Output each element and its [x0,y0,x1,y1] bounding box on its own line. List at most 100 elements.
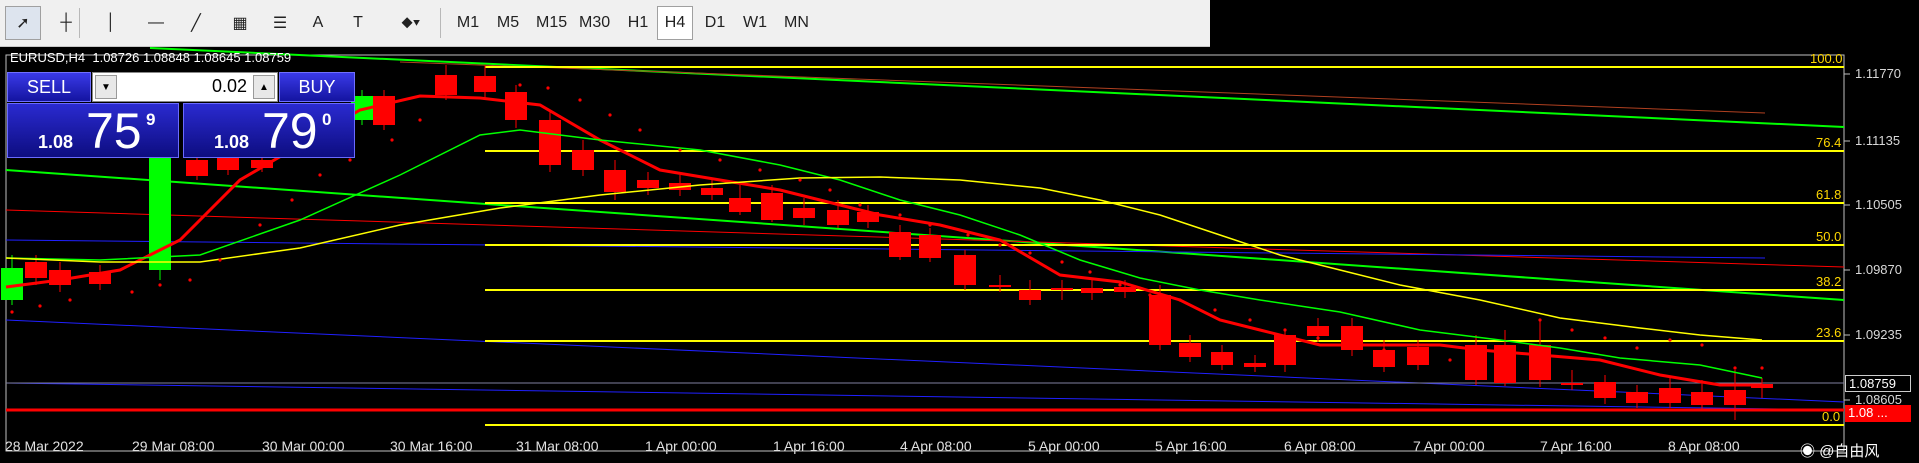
symbol-info: EURUSD,H4 1.08726 1.08848 1.08645 1.0875… [10,50,292,65]
bear-candle [1051,288,1073,290]
vertical-line-icon[interactable]: │ [95,6,127,40]
moving-average-yellow [5,176,1763,341]
text-label-icon[interactable]: T [340,6,376,40]
lot-increase-icon[interactable]: ▲ [253,75,275,99]
bear-candle [1244,363,1266,367]
bear-candle [186,160,208,176]
parabolic-sar-dot [898,213,902,217]
fibonacci-icon[interactable]: ☰ [262,6,298,40]
parabolic-sar-dot [1448,358,1452,362]
buy-price-point: 0 [322,110,332,129]
timeframe-m15[interactable]: M15 [530,6,573,40]
bear-candle [1179,343,1201,357]
buy-price-box[interactable]: 1.08 79 0 [183,103,355,158]
timeframe-mn[interactable]: MN [778,6,815,40]
timeframe-m30[interactable]: M30 [573,6,616,40]
bear-candle [1114,287,1136,292]
timeframe-m5[interactable]: M5 [490,6,526,40]
parabolic-sar-dot [10,310,14,314]
time-axis-label: 6 Apr 08:00 [1284,438,1356,454]
channel-blue-lower [5,319,1845,403]
parabolic-sar-dot [390,138,394,142]
sell-price-point: 9 [146,110,156,129]
price-axis-label: 1.11135 [1855,133,1901,148]
parabolic-sar-dot [1118,283,1122,287]
watermark-text: @自由风 [1819,443,1880,460]
parabolic-sar-dot [1570,328,1574,332]
parabolic-sar-dot [1316,336,1320,340]
equidistant-channel-icon[interactable]: ▦ [222,6,258,40]
time-axis-label: 8 Apr 08:00 [1668,438,1740,454]
time-axis-label: 31 Mar 08:00 [516,438,599,454]
trend-line-green [149,47,1845,128]
buy-price-prefix: 1.08 [214,132,250,152]
bear-candle [989,285,1011,287]
time-axis-label: 28 Mar 2022 [5,438,84,454]
price-axis-label: 1.09235 [1855,327,1902,342]
cursor-icon[interactable]: ➚ [5,6,41,40]
sell-price-big: 75 [86,103,142,159]
bear-candle [1724,390,1746,405]
lot-size-field[interactable]: ▼ 0.02 ▲ [92,72,278,102]
sell-price-box[interactable]: 1.08 75 9 [7,103,179,158]
timeframe-h1[interactable]: H1 [620,6,656,40]
line-price-marker: 1.08 ... [1845,405,1911,422]
trendline-icon[interactable]: ╱ [180,6,212,40]
buy-button[interactable]: BUY [279,72,355,102]
time-axis-label: 30 Mar 16:00 [390,438,473,454]
parabolic-sar-dot [1148,293,1152,297]
parabolic-sar-dot [318,173,322,177]
buy-price-big: 79 [262,103,318,159]
fib-level-label: 38.2 [1816,274,1842,289]
fib-level-label: 50.0 [1816,229,1842,244]
price-axis-label: 1.09870 [1855,262,1902,277]
bear-candle [701,188,723,195]
bear-candle [1594,382,1616,398]
fib-level-label: 100.0 [1810,51,1843,66]
parabolic-sar-dot [546,86,550,90]
time-axis-label: 7 Apr 16:00 [1540,438,1612,454]
bear-candle [1373,350,1395,367]
bear-candle [373,96,395,125]
text-icon[interactable]: A [302,6,334,40]
time-axis-label: 1 Apr 16:00 [773,438,845,454]
sell-price-prefix: 1.08 [38,132,74,152]
timeframe-m1[interactable]: M1 [450,6,486,40]
bear-candle [793,208,815,218]
lot-decrease-icon[interactable]: ▼ [95,75,117,99]
parabolic-sar-dot [518,83,522,87]
one-click-trading-panel: SELL ▼ 0.02 ▲ BUY 1.08 75 9 1.08 79 0 [7,72,355,158]
horizontal-line-icon[interactable]: — [140,6,172,40]
parabolic-sar-dot [718,158,722,162]
bear-candle [1081,288,1103,293]
bear-candle [1691,392,1713,405]
timeframe-w1[interactable]: W1 [737,6,773,40]
bear-candle [604,170,626,192]
sell-button[interactable]: SELL [7,72,91,102]
fib-level-label: 61.8 [1816,187,1842,202]
time-axis-label: 7 Apr 00:00 [1413,438,1485,454]
bear-candle [505,92,527,120]
shapes-icon[interactable]: ⬥▾ [385,6,437,40]
parabolic-sar-dot [1028,251,1032,255]
parabolic-sar-dot [998,243,1002,247]
parabolic-sar-dot [578,98,582,102]
parabolic-sar-dot [453,80,457,84]
bear-candle [827,210,849,225]
parabolic-sar-dot [1760,366,1764,370]
lot-size-value[interactable]: 0.02 [123,76,247,97]
parabolic-sar-dot [1603,336,1607,340]
time-axis-label: 5 Apr 00:00 [1028,438,1100,454]
parabolic-sar-dot [966,233,970,237]
timeframe-d1[interactable]: D1 [697,6,733,40]
timeframe-h4[interactable]: H4 [657,6,693,40]
parabolic-sar-dot [1088,270,1092,274]
bear-candle [217,158,239,170]
time-axis-label: 30 Mar 00:00 [262,438,345,454]
parabolic-sar-dot [130,290,134,294]
parabolic-sar-dot [1700,343,1704,347]
parabolic-sar-dot [1178,298,1182,302]
bear-candle [1529,345,1551,380]
time-axis-label: 5 Apr 16:00 [1155,438,1227,454]
channel-blue-mid [5,239,1766,259]
